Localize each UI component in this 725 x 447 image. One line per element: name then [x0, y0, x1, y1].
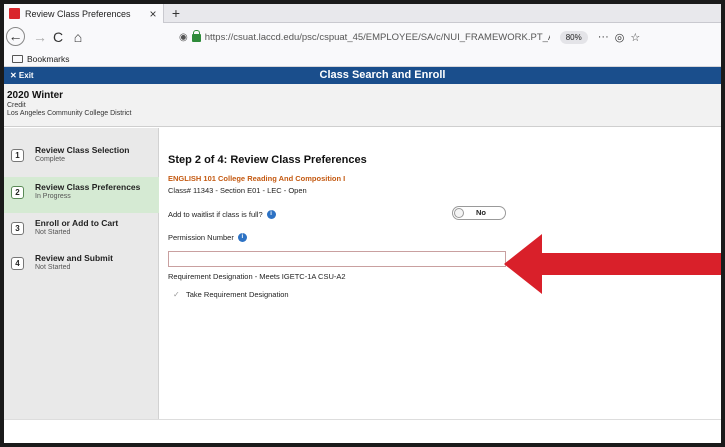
bookmarks-bar: Bookmarks: [4, 51, 721, 67]
term-banner: 2020 Winter Credit Los Angeles Community…: [4, 84, 721, 127]
step-status: Complete: [35, 156, 65, 163]
app-title: Class Search and Enroll: [319, 69, 446, 81]
requirement-designation-text: Requirement Designation - Meets IGETC-1A…: [168, 272, 346, 281]
step-review-and-submit[interactable]: 4 Review and Submit Not Started: [4, 248, 159, 284]
back-button[interactable]: ←: [6, 27, 25, 46]
waitlist-label-text: Add to waitlist if class is full?: [168, 210, 263, 219]
step-title: Enroll or Add to Cart: [35, 218, 119, 228]
step-status: In Progress: [35, 193, 71, 200]
term-career: Credit: [7, 102, 26, 109]
step-status: Not Started: [35, 264, 71, 271]
bookmarks-label[interactable]: Bookmarks: [27, 54, 70, 64]
navigation-bar: ← → C ⌂ ◉ https://csuat.laccd.edu/psc/cs…: [4, 23, 721, 51]
step-number: 4: [11, 257, 24, 270]
step-enroll-or-add-to-cart[interactable]: 3 Enroll or Add to Cart Not Started: [4, 213, 159, 249]
class-info: Class# 11343 - Section E01 - LEC - Open: [168, 186, 307, 195]
pocket-icon[interactable]: ◎: [615, 31, 625, 44]
step-title: Review Class Preferences: [35, 182, 141, 192]
url-text[interactable]: https://csuat.laccd.edu/psc/cspuat_45/EM…: [205, 32, 550, 43]
step-status: Not Started: [35, 229, 71, 236]
favicon-icon: [9, 8, 20, 19]
url-bar[interactable]: ◉ https://csuat.laccd.edu/psc/cspuat_45/…: [179, 27, 694, 47]
take-requirement-label: Take Requirement Designation: [186, 290, 289, 299]
step-number: 3: [11, 222, 24, 235]
app-header: ✕ Exit Class Search and Enroll: [4, 67, 721, 84]
permission-number-input[interactable]: [168, 251, 506, 267]
step-title: Review Class Selection: [35, 145, 130, 155]
page-title: Step 2 of 4: Review Class Preferences: [168, 154, 367, 166]
info-icon[interactable]: i: [237, 233, 247, 242]
step-number: 1: [11, 149, 24, 162]
url-actions: ··· ◎ ☆: [598, 31, 640, 44]
new-tab-button[interactable]: +: [168, 4, 184, 23]
page-actions-menu-icon[interactable]: ···: [598, 31, 609, 44]
reload-button[interactable]: C: [48, 27, 68, 47]
browser-tab[interactable]: Review Class Preferences ×: [4, 4, 164, 23]
home-button[interactable]: ⌂: [68, 27, 88, 47]
waitlist-toggle[interactable]: No: [452, 206, 506, 220]
toggle-label: No: [476, 208, 486, 217]
take-requirement-checkbox[interactable]: ✓ Take Requirement Designation: [173, 290, 289, 299]
steps-sidebar: 1 Review Class Selection Complete 2 Revi…: [4, 128, 159, 419]
red-arrow-annotation: [504, 234, 721, 294]
term-institution: Los Angeles Community College District: [7, 110, 132, 117]
info-icon[interactable]: i: [266, 210, 276, 219]
term-name: 2020 Winter: [7, 90, 64, 101]
permission-label: Permission Number i: [168, 233, 247, 242]
check-icon[interactable]: ✓: [173, 290, 181, 299]
tab-strip: Review Class Preferences × +: [4, 4, 721, 23]
bookmark-star-icon[interactable]: ☆: [630, 31, 640, 44]
waitlist-label: Add to waitlist if class is full? i: [168, 210, 276, 219]
step-review-class-preferences[interactable]: 2 Review Class Preferences In Progress: [4, 177, 159, 213]
shield-icon: ◉: [179, 31, 188, 43]
page-bottom: [4, 419, 721, 443]
toggle-knob: [454, 208, 464, 218]
browser-window: Review Class Preferences × + ← → C ⌂ ◉ h…: [4, 4, 721, 443]
permission-label-text: Permission Number: [168, 233, 234, 242]
close-tab-icon[interactable]: ×: [146, 7, 160, 21]
step-number: 2: [11, 186, 24, 199]
lock-icon: [191, 30, 201, 42]
step-title: Review and Submit: [35, 253, 113, 263]
tab-title: Review Class Preferences: [25, 8, 131, 19]
step-review-class-selection[interactable]: 1 Review Class Selection Complete: [4, 140, 159, 176]
course-title: ENGLISH 101 College Reading And Composit…: [168, 174, 346, 183]
folder-icon: [12, 54, 23, 63]
forward-button[interactable]: →: [30, 27, 50, 47]
zoom-indicator[interactable]: 80%: [559, 30, 588, 44]
arrow-shape: [504, 234, 721, 294]
